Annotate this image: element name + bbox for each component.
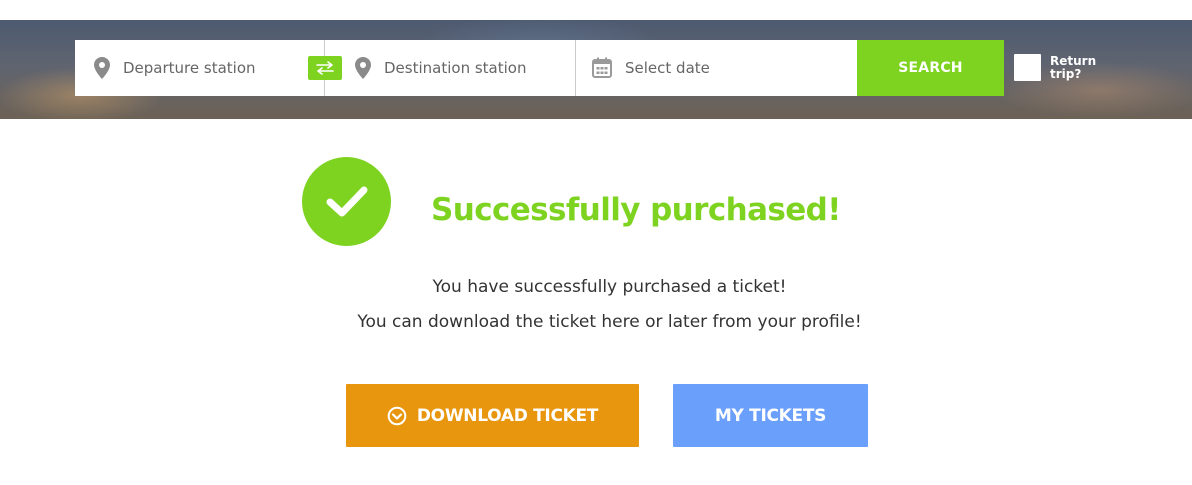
success-title: Successfully purchased! [431,192,841,228]
chevron-down-circle-icon [387,406,407,425]
date-placeholder: Select date [625,59,710,77]
return-trip-label: Return trip? [1050,53,1097,81]
success-message-line-2: You can download the ticket here or late… [357,312,862,332]
download-ticket-label: DOWNLOAD TICKET [416,405,599,426]
destination-placeholder: Destination station [384,59,527,77]
search-bar: Departure station Destination station Se… [75,40,1004,96]
search-button[interactable]: SEARCH [857,40,1004,96]
checkmark-icon [326,186,367,216]
download-ticket-button[interactable]: DOWNLOAD TICKET [346,384,639,447]
success-checkmark-icon [302,157,391,246]
swap-stations-button[interactable] [308,56,342,80]
destination-field[interactable]: Destination station [325,40,576,96]
my-tickets-button[interactable]: MY TICKETS [673,384,868,447]
calendar-icon [592,57,612,78]
date-field[interactable]: Select date [576,40,857,96]
success-message-line-1: You have successfully purchased a ticket… [432,277,787,297]
my-tickets-label: MY TICKETS [714,405,827,426]
return-trip-checkbox[interactable] [1014,54,1041,81]
departure-field[interactable]: Departure station [75,40,342,96]
return-trip-toggle: Return trip? [1014,54,1110,81]
swap-arrows-icon [316,61,334,75]
map-pin-icon [355,57,371,79]
departure-placeholder: Departure station [123,59,256,77]
map-pin-icon [94,57,110,79]
